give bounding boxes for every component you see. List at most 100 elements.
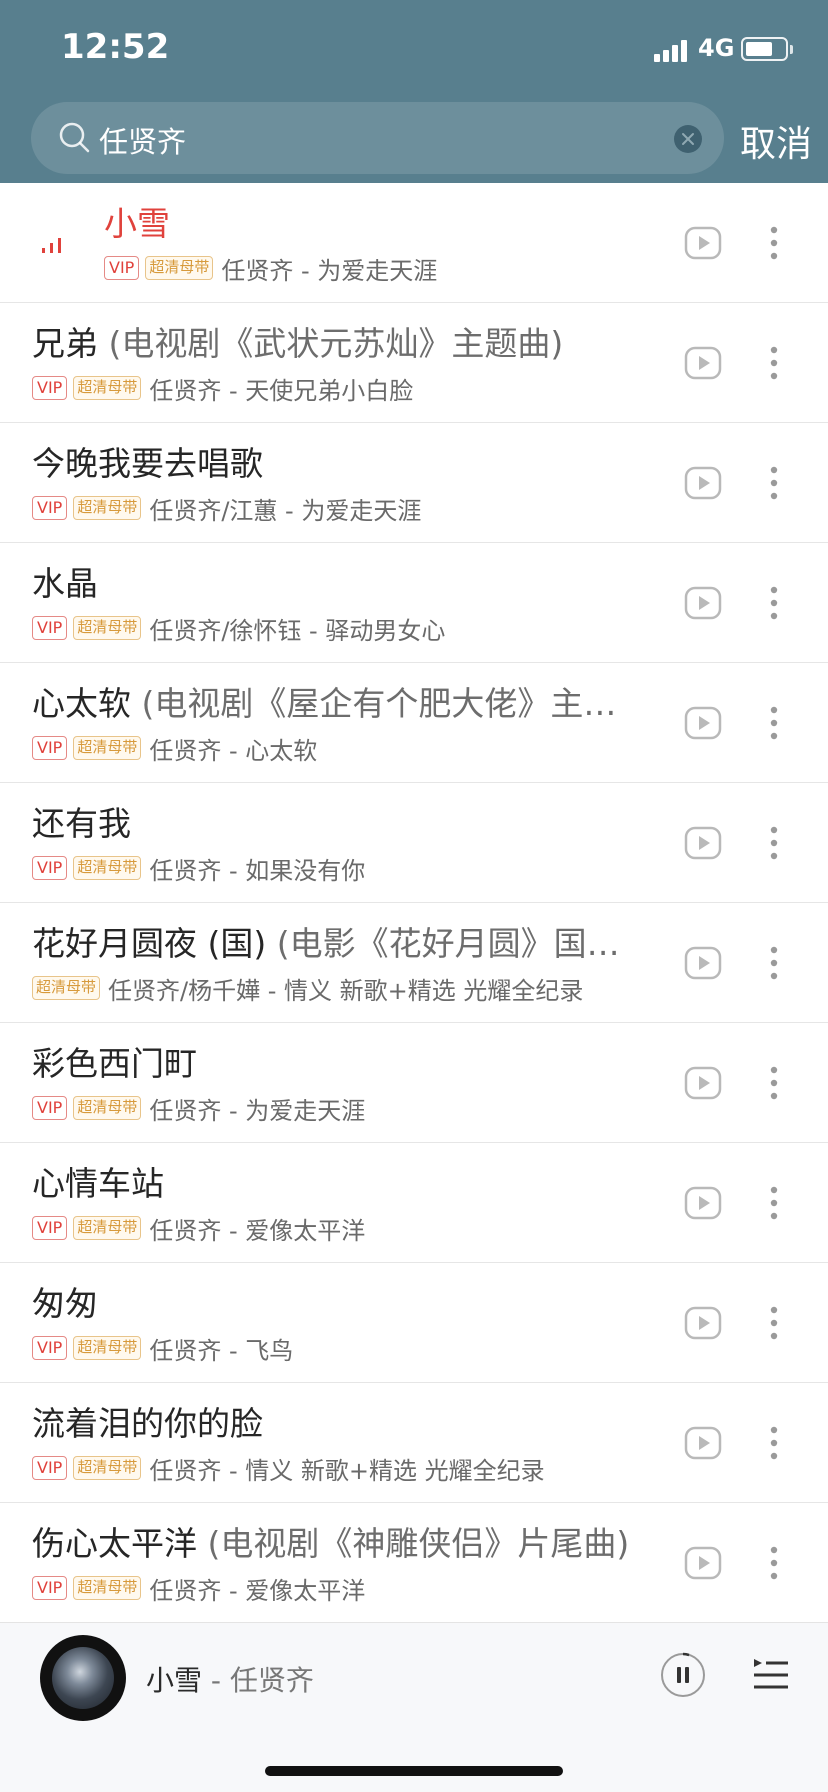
song-info: 兄弟 (电视剧《武状元苏灿》主题曲) VIP 超清母带 任贤齐 - 天使兄弟小白脸: [32, 324, 652, 405]
play-video-icon[interactable]: [684, 224, 722, 262]
song-title-line: 彩色西门町: [32, 1044, 652, 1084]
song-list: 小雪 VIP 超清母带 任贤齐 - 为爱走天涯 兄弟 (电视剧《武状元苏灿》主题曲) VI…: [0, 183, 828, 1623]
vip-badge: VIP: [32, 496, 68, 520]
home-indicator: [265, 1766, 563, 1776]
song-row[interactable]: 花好月圆夜 (国) (电影《花好月圆》国… 超清母带 任贤齐/杨千嬅 - 情义 新歌…: [0, 903, 828, 1023]
master-quality-badge: 超清母带: [73, 1216, 142, 1240]
play-video-icon[interactable]: [684, 944, 722, 982]
play-video-icon[interactable]: [684, 1424, 722, 1462]
vip-badge: VIP: [32, 616, 68, 640]
more-options-icon[interactable]: [770, 826, 778, 860]
song-meta: VIP 超清母带 任贤齐/徐怀钰 - 驿动男女心: [32, 614, 652, 645]
song-title-line: 流着泪的你的脸: [32, 1404, 652, 1444]
master-quality-badge: 超清母带: [73, 616, 142, 640]
play-video-icon[interactable]: [684, 1064, 722, 1102]
vip-badge: VIP: [32, 736, 68, 760]
search-icon: [59, 122, 90, 153]
song-row[interactable]: 水晶 VIP 超清母带 任贤齐/徐怀钰 - 驿动男女心: [0, 543, 828, 663]
song-title-line: 今晚我要去唱歌: [32, 444, 652, 484]
song-title: 水晶: [32, 564, 98, 603]
song-row[interactable]: 流着泪的你的脸 VIP 超清母带 任贤齐 - 情义 新歌+精选 光耀全纪录: [0, 1383, 828, 1503]
song-row[interactable]: 心太软 (电视剧《屋企有个肥大佬》主… VIP 超清母带 任贤齐 - 心太软: [0, 663, 828, 783]
song-title: 还有我: [32, 804, 131, 843]
song-meta: VIP 超清母带 任贤齐 - 天使兄弟小白脸: [32, 374, 652, 405]
song-info: 心情车站 VIP 超清母带 任贤齐 - 爱像太平洋: [32, 1164, 652, 1245]
song-row[interactable]: 匆匆 VIP 超清母带 任贤齐 - 飞鸟: [0, 1263, 828, 1383]
more-options-icon[interactable]: [770, 706, 778, 740]
song-artist-album: 任贤齐/江蕙 - 为爱走天涯: [149, 496, 422, 525]
song-row[interactable]: 彩色西门町 VIP 超清母带 任贤齐 - 为爱走天涯: [0, 1023, 828, 1143]
play-video-icon[interactable]: [684, 704, 722, 742]
song-artist-album: 任贤齐 - 天使兄弟小白脸: [149, 376, 414, 405]
now-playing-text[interactable]: 小雪 - 任贤齐: [146, 1659, 314, 1699]
song-meta: VIP 超清母带 任贤齐 - 为爱走天涯: [32, 1094, 652, 1125]
song-title-line: 兄弟 (电视剧《武状元苏灿》主题曲): [32, 324, 652, 364]
more-options-icon[interactable]: [770, 1186, 778, 1220]
play-video-icon[interactable]: [684, 344, 722, 382]
status-time: 12:52: [61, 27, 170, 67]
master-quality-badge: 超清母带: [73, 1576, 142, 1600]
more-options-icon[interactable]: [770, 1306, 778, 1340]
song-artist-album: 任贤齐 - 为爱走天涯: [149, 1096, 366, 1125]
vip-badge: VIP: [32, 856, 68, 880]
song-info: 心太软 (电视剧《屋企有个肥大佬》主… VIP 超清母带 任贤齐 - 心太软: [32, 684, 652, 765]
song-meta: VIP 超清母带 任贤齐 - 爱像太平洋: [32, 1214, 652, 1245]
song-info: 伤心太平洋 (电视剧《神雕侠侣》片尾曲) VIP 超清母带 任贤齐 - 爱像太平洋: [32, 1524, 652, 1605]
play-video-icon[interactable]: [684, 1184, 722, 1222]
more-options-icon[interactable]: [770, 1426, 778, 1460]
more-options-icon[interactable]: [770, 946, 778, 980]
song-title-line: 心情车站: [32, 1164, 652, 1204]
vip-badge: VIP: [32, 1456, 68, 1480]
master-quality-badge: 超清母带: [73, 496, 142, 520]
song-meta: VIP 超清母带 任贤齐 - 爱像太平洋: [32, 1574, 652, 1605]
play-video-icon[interactable]: [684, 464, 722, 502]
more-options-icon[interactable]: [770, 226, 778, 260]
play-video-icon[interactable]: [684, 1304, 722, 1342]
song-artist-album: 任贤齐 - 如果没有你: [149, 856, 366, 885]
clear-icon[interactable]: [673, 124, 703, 154]
song-title: 流着泪的你的脸: [32, 1404, 263, 1443]
song-row[interactable]: 伤心太平洋 (电视剧《神雕侠侣》片尾曲) VIP 超清母带 任贤齐 - 爱像太平洋: [0, 1503, 828, 1623]
master-quality-badge: 超清母带: [145, 256, 214, 280]
now-playing-artist: 任贤齐: [229, 1664, 314, 1697]
more-options-icon[interactable]: [770, 1546, 778, 1580]
song-meta: 超清母带 任贤齐/杨千嬅 - 情义 新歌+精选 光耀全纪录: [32, 974, 652, 1005]
vip-badge: VIP: [32, 376, 68, 400]
song-title-line: 伤心太平洋 (电视剧《神雕侠侣》片尾曲): [32, 1524, 652, 1564]
master-quality-badge: 超清母带: [73, 1096, 142, 1120]
album-cover[interactable]: [40, 1635, 126, 1721]
song-title: 小雪: [104, 204, 170, 243]
song-subtitle: (电视剧《神雕侠侣》片尾曲): [207, 1524, 630, 1563]
master-quality-badge: 超清母带: [73, 856, 142, 880]
play-video-icon[interactable]: [684, 824, 722, 862]
play-video-icon[interactable]: [684, 584, 722, 622]
more-options-icon[interactable]: [770, 346, 778, 380]
song-row[interactable]: 心情车站 VIP 超清母带 任贤齐 - 爱像太平洋: [0, 1143, 828, 1263]
song-meta: VIP 超清母带 任贤齐 - 为爱走天涯: [104, 254, 724, 285]
more-options-icon[interactable]: [770, 586, 778, 620]
song-row[interactable]: 还有我 VIP 超清母带 任贤齐 - 如果没有你: [0, 783, 828, 903]
vip-badge: VIP: [32, 1216, 68, 1240]
pause-button[interactable]: [660, 1652, 706, 1698]
more-options-icon[interactable]: [770, 1066, 778, 1100]
song-info: 今晚我要去唱歌 VIP 超清母带 任贤齐/江蕙 - 为爱走天涯: [32, 444, 652, 525]
song-title: 花好月圆夜 (国): [32, 924, 267, 963]
song-row[interactable]: 今晚我要去唱歌 VIP 超清母带 任贤齐/江蕙 - 为爱走天涯: [0, 423, 828, 543]
play-video-icon[interactable]: [684, 1544, 722, 1582]
song-row[interactable]: 小雪 VIP 超清母带 任贤齐 - 为爱走天涯: [0, 183, 828, 303]
song-title: 心情车站: [32, 1164, 164, 1203]
search-input[interactable]: 任贤齐: [31, 102, 724, 174]
master-quality-badge: 超清母带: [73, 1456, 142, 1480]
song-row[interactable]: 兄弟 (电视剧《武状元苏灿》主题曲) VIP 超清母带 任贤齐 - 天使兄弟小白脸: [0, 303, 828, 423]
search-query: 任贤齐: [99, 125, 187, 159]
song-artist-album: 任贤齐 - 爱像太平洋: [149, 1216, 366, 1245]
now-playing-title: 小雪: [146, 1664, 203, 1697]
song-info: 还有我 VIP 超清母带 任贤齐 - 如果没有你: [32, 804, 652, 885]
song-info: 花好月圆夜 (国) (电影《花好月圆》国… 超清母带 任贤齐/杨千嬅 - 情义 新歌…: [32, 924, 652, 1005]
more-options-icon[interactable]: [770, 466, 778, 500]
song-title-line: 小雪: [104, 204, 724, 244]
cancel-button[interactable]: 取消: [740, 115, 812, 167]
playlist-icon[interactable]: [752, 1657, 790, 1693]
song-title-line: 还有我: [32, 804, 652, 844]
song-artist-album: 任贤齐 - 为爱走天涯: [221, 256, 438, 285]
